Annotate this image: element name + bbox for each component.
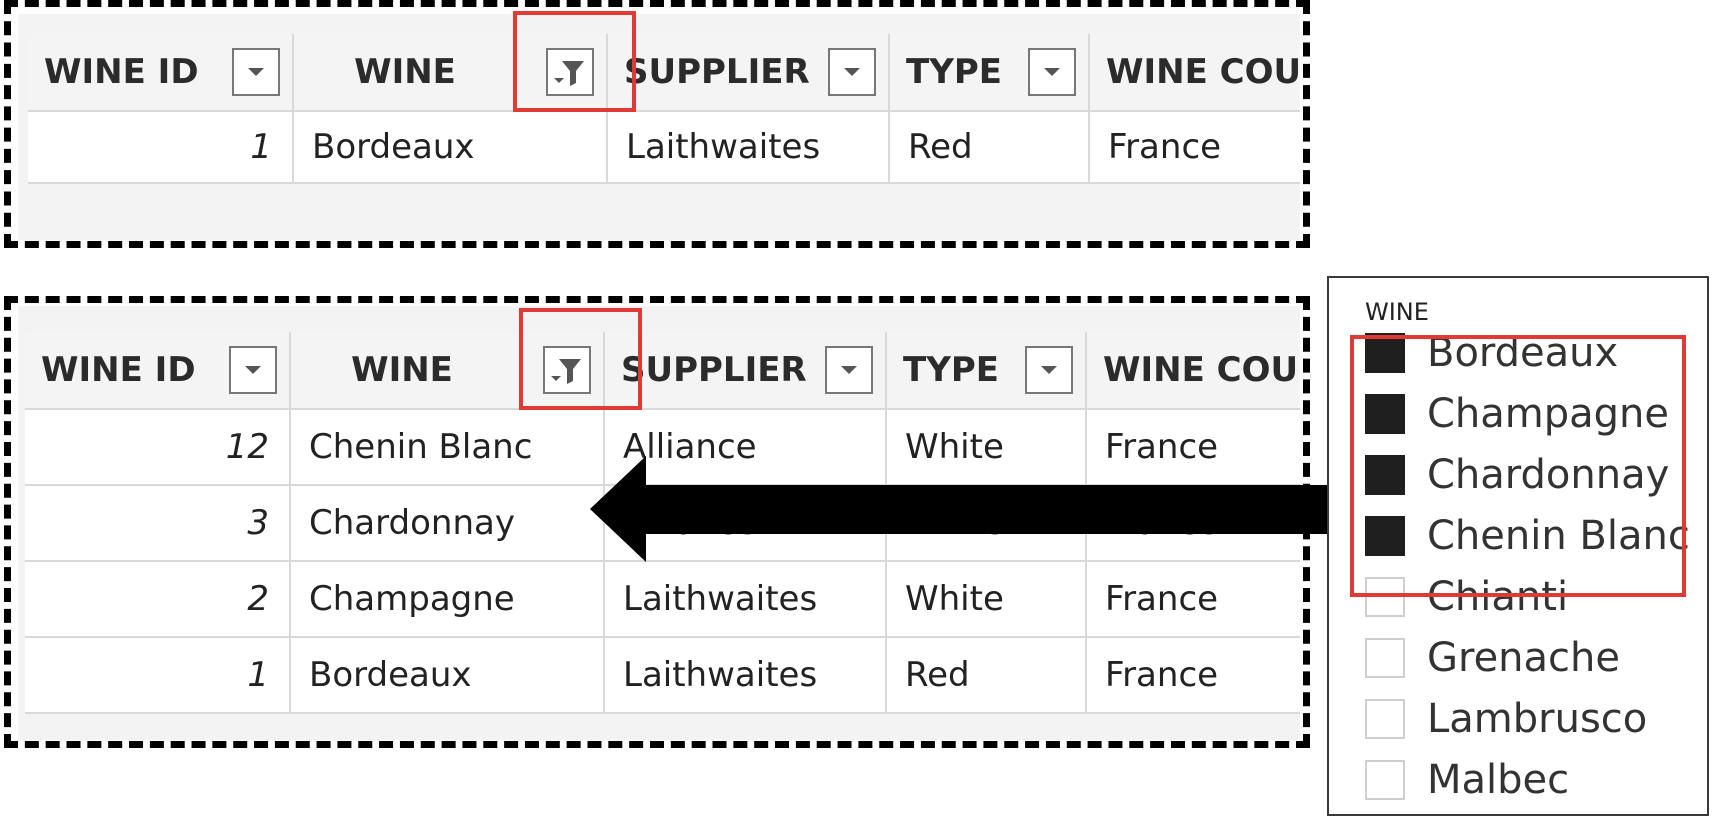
- header-wine-country[interactable]: WINE COU: [1090, 34, 1300, 112]
- table-row[interactable]: 2 Champagne Laithwaites White France: [25, 562, 1300, 638]
- supplier-filter-button[interactable]: [825, 346, 873, 394]
- cell-wine-id: 12: [25, 410, 291, 486]
- cell-country: France: [1087, 638, 1300, 714]
- dropdown-arrow-icon: [245, 366, 261, 374]
- header-wine-label: WINE: [351, 350, 453, 390]
- top-header-row: WINE ID WINE SUPPLIER TYPE WINE COU: [28, 34, 1300, 112]
- cell-wine: Champagne: [291, 562, 605, 638]
- cell-wine: Chardonnay: [291, 486, 605, 562]
- cell-country: France: [1087, 562, 1300, 638]
- supplier-filter-button[interactable]: [828, 48, 876, 96]
- top-blank-area: [28, 184, 1300, 240]
- type-filter-button[interactable]: [1028, 48, 1076, 96]
- cell-country: France: [1090, 112, 1300, 184]
- slicer-item-malbec[interactable]: Malbec: [1365, 755, 1569, 805]
- cell-type: Red: [887, 638, 1087, 714]
- header-wine-country-label: WINE COU: [1103, 350, 1299, 390]
- cell-wine-id: 2: [25, 562, 291, 638]
- cell-supplier: Laithwaites: [605, 562, 887, 638]
- highlight-selected-items: [1350, 335, 1686, 597]
- header-wine-id[interactable]: WINE ID: [28, 34, 294, 112]
- header-wine-id-label: WINE ID: [41, 350, 196, 390]
- header-supplier-label: SUPPLIER: [624, 52, 810, 92]
- dropdown-arrow-icon: [1041, 366, 1057, 374]
- left-arrow-icon: [590, 456, 1350, 562]
- cell-wine-id: 3: [25, 486, 291, 562]
- cell-supplier: Laithwaites: [605, 638, 887, 714]
- slicer-item-label: Grenache: [1427, 635, 1620, 681]
- header-wine-id-label: WINE ID: [44, 52, 199, 92]
- header-supplier-label: SUPPLIER: [621, 350, 807, 390]
- cell-wine-id: 1: [28, 112, 294, 184]
- header-wine-id[interactable]: WINE ID: [25, 332, 291, 410]
- wine-id-filter-button[interactable]: [232, 48, 280, 96]
- table-row[interactable]: 1 Bordeaux Laithwaites Red France: [25, 638, 1300, 714]
- highlight-filter-bottom: [519, 308, 642, 410]
- header-wine-country[interactable]: WINE COU: [1087, 332, 1300, 410]
- checkbox-unchecked[interactable]: [1365, 699, 1405, 739]
- cell-wine: Chenin Blanc: [291, 410, 605, 486]
- dropdown-arrow-icon: [841, 366, 857, 374]
- header-type-label: TYPE: [903, 350, 999, 390]
- highlight-filter-top: [513, 11, 636, 112]
- slicer-item-grenache[interactable]: Grenache: [1365, 633, 1620, 683]
- type-filter-button[interactable]: [1025, 346, 1073, 394]
- header-type[interactable]: TYPE: [887, 332, 1087, 410]
- dropdown-arrow-icon: [248, 68, 264, 76]
- cell-supplier: Laithwaites: [608, 112, 890, 184]
- top-table-panel: WINE ID WINE SUPPLIER TYPE WINE COU 1 Bo…: [18, 14, 1300, 240]
- cell-type: Red: [890, 112, 1090, 184]
- dropdown-arrow-icon: [844, 68, 860, 76]
- checkbox-unchecked[interactable]: [1365, 638, 1405, 678]
- cell-wine: Bordeaux: [294, 112, 608, 184]
- cell-wine: Bordeaux: [291, 638, 605, 714]
- dropdown-arrow-icon: [1044, 68, 1060, 76]
- bottom-header-row: WINE ID WINE SUPPLIER TYPE WINE COU: [25, 332, 1300, 410]
- header-wine-country-label: WINE COU: [1106, 52, 1300, 92]
- header-supplier[interactable]: SUPPLIER: [608, 34, 890, 112]
- bottom-scroll-strip: [25, 306, 1300, 332]
- cell-wine-id: 1: [25, 638, 291, 714]
- header-supplier[interactable]: SUPPLIER: [605, 332, 887, 410]
- header-wine-label: WINE: [354, 52, 456, 92]
- slicer-title: WINE: [1365, 298, 1429, 326]
- header-type-label: TYPE: [906, 52, 1002, 92]
- checkbox-unchecked[interactable]: [1365, 760, 1405, 800]
- slicer-item-label: Malbec: [1427, 757, 1570, 803]
- slicer-item-label: Lambrusco: [1427, 696, 1648, 742]
- slicer-item-lambrusco[interactable]: Lambrusco: [1365, 694, 1647, 744]
- table-row[interactable]: 1 Bordeaux Laithwaites Red France: [28, 112, 1300, 184]
- cell-type: White: [887, 562, 1087, 638]
- header-type[interactable]: TYPE: [890, 34, 1090, 112]
- wine-id-filter-button[interactable]: [229, 346, 277, 394]
- top-scroll-strip: [28, 14, 1300, 32]
